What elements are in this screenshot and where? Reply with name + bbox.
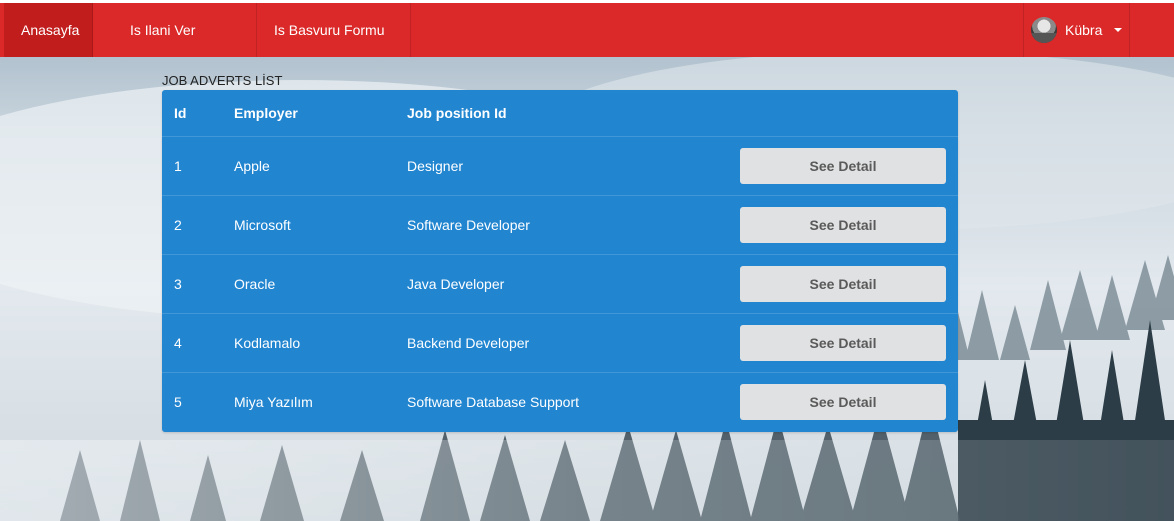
header-job-position: Job position Id (407, 105, 507, 121)
caret-down-icon (1114, 28, 1123, 32)
header-employer: Employer (234, 105, 298, 121)
nav-item-is-basvuru-formu[interactable]: Is Basvuru Formu (257, 3, 411, 57)
cell-job-position: Software Database Support (407, 394, 579, 410)
nav-item-label: Is Basvuru Formu (274, 22, 385, 38)
cell-employer: Miya Yazılım (234, 394, 313, 410)
table-row: 4 Kodlamalo Backend Developer See Detail (162, 314, 958, 373)
user-name: Kübra (1065, 22, 1103, 38)
table-row: 5 Miya Yazılım Software Database Support… (162, 373, 958, 431)
see-detail-button[interactable]: See Detail (740, 325, 946, 361)
header-id: Id (174, 105, 187, 121)
nav-item-anasayfa[interactable]: Anasayfa (4, 3, 93, 57)
cell-employer: Oracle (234, 276, 276, 292)
user-menu-dropdown[interactable]: Kübra (1023, 3, 1130, 57)
job-adverts-table: Id Employer Job position Id 1 Apple Desi… (162, 90, 958, 432)
cell-job-position: Java Developer (407, 276, 505, 292)
table-row: 2 Microsoft Software Developer See Detai… (162, 196, 958, 255)
user-avatar (1031, 17, 1057, 43)
nav-item-is-ilani-ver[interactable]: Is Ilani Ver (93, 3, 257, 57)
nav-menu: Anasayfa Is Ilani Ver Is Basvuru Formu (4, 3, 411, 57)
cell-id: 1 (174, 158, 182, 174)
cell-id: 4 (174, 335, 182, 351)
see-detail-button[interactable]: See Detail (740, 384, 946, 420)
cell-job-position: Designer (407, 158, 464, 174)
table-row: 1 Apple Designer See Detail (162, 137, 958, 196)
cell-job-position: Backend Developer (407, 335, 530, 351)
list-title: JOB ADVERTS LİST (162, 73, 283, 88)
see-detail-button[interactable]: See Detail (740, 266, 946, 302)
nav-item-label: Is Ilani Ver (130, 22, 196, 38)
cell-id: 2 (174, 217, 182, 233)
cell-employer: Apple (234, 158, 270, 174)
nav-item-label: Anasayfa (21, 22, 80, 38)
table-row: 3 Oracle Java Developer See Detail (162, 255, 958, 314)
see-detail-button[interactable]: See Detail (740, 148, 946, 184)
cell-job-position: Software Developer (407, 217, 530, 233)
see-detail-button[interactable]: See Detail (740, 207, 946, 243)
top-navbar: Anasayfa Is Ilani Ver Is Basvuru Formu K… (0, 3, 1174, 57)
cell-employer: Microsoft (234, 217, 291, 233)
cell-id: 3 (174, 276, 182, 292)
cell-id: 5 (174, 394, 182, 410)
cell-employer: Kodlamalo (234, 335, 301, 351)
table-header: Id Employer Job position Id (162, 90, 958, 137)
